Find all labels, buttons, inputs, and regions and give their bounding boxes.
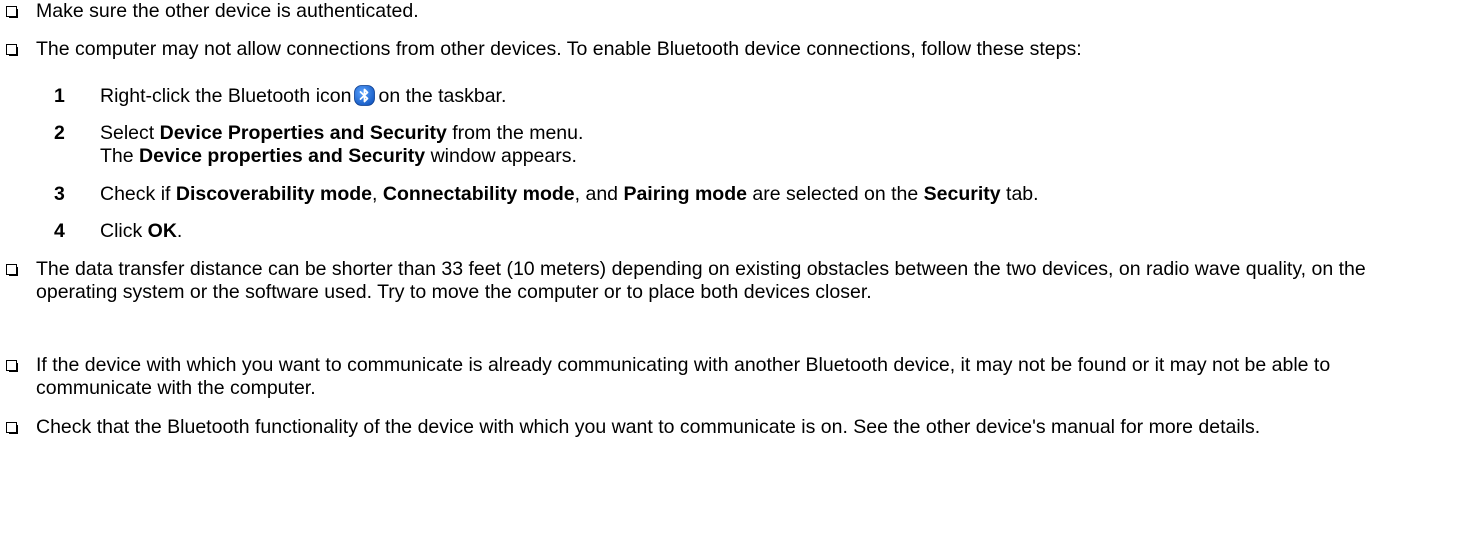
list-item-text: The data transfer distance can be shorte… xyxy=(36,258,1366,303)
list-item-text: If the device with which you want to com… xyxy=(36,354,1331,399)
step-text-part: from the menu. xyxy=(446,122,584,144)
step-text: Select Device Properties and Security fr… xyxy=(100,122,1450,167)
step-text: Click OK. xyxy=(100,220,1450,243)
step-text-part: . xyxy=(176,220,183,242)
step-number: 2 xyxy=(54,122,65,144)
checkbox-bullet-icon xyxy=(6,264,18,276)
step-text-bold: Security xyxy=(923,183,1001,205)
step-number: 1 xyxy=(54,85,65,107)
document-page: Make sure the other device is authentica… xyxy=(0,0,1463,548)
step-text-bold: Device Properties and Security xyxy=(159,122,447,144)
step-text-part: Check if xyxy=(100,183,176,205)
step-text-part: The xyxy=(100,144,140,167)
step-number: 3 xyxy=(54,183,65,205)
bluetooth-icon xyxy=(354,85,376,106)
step-text-part: window appears. xyxy=(425,144,577,167)
step-text-part: Click xyxy=(100,220,148,242)
step-text-part: , xyxy=(372,183,383,205)
checkbox-bullet-icon xyxy=(6,422,18,434)
list-item-text: The computer may not allow connections f… xyxy=(36,38,1082,60)
step-text: Right-click the Bluetooth icon on the ta… xyxy=(100,85,1450,108)
list-item-text: Make sure the other device is authentica… xyxy=(36,0,419,22)
step-text-bold: OK xyxy=(147,220,177,242)
step-number: 4 xyxy=(54,220,65,242)
checkbox-bullet-icon xyxy=(6,360,18,372)
step-text: Check if Discoverability mode, Connectab… xyxy=(100,183,1450,206)
step-text-part: are selected on the xyxy=(746,183,924,205)
step-text-bold: Device properties and Security xyxy=(139,144,426,167)
checkbox-bullet-icon xyxy=(6,44,18,56)
step-text-part: Right-click the Bluetooth icon xyxy=(100,85,352,107)
step-text-bold: Discoverability mode xyxy=(175,183,373,205)
list-item-text: Check that the Bluetooth functionality o… xyxy=(36,416,1261,438)
step-text-part: on the taskbar. xyxy=(378,85,507,107)
step-text-part: Select xyxy=(100,122,160,144)
step-text-bold: Pairing mode xyxy=(623,183,747,205)
step-text-bold: Connectability mode xyxy=(382,183,575,205)
step-text-part: tab. xyxy=(1000,183,1039,205)
step-text-part: , and xyxy=(574,183,624,205)
checkbox-bullet-icon xyxy=(6,6,18,18)
